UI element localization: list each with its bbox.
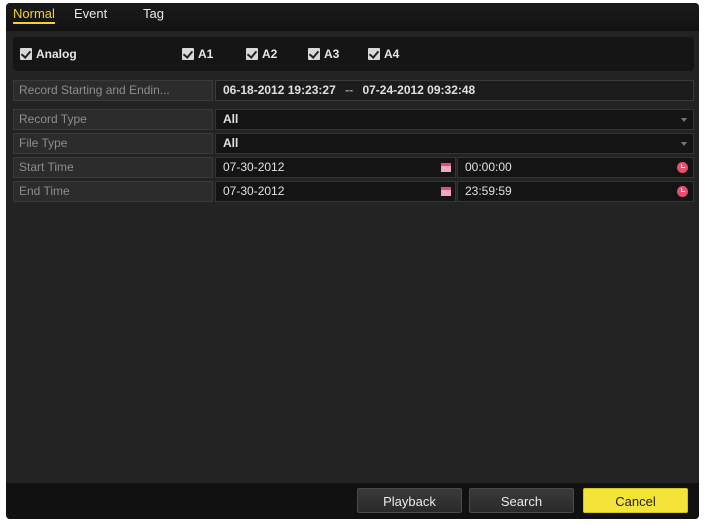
tab-normal[interactable]: Normal: [13, 6, 55, 24]
camera-a1-checkbox[interactable]: A1: [182, 47, 213, 61]
end-date-field[interactable]: 07-30-2012: [215, 181, 456, 202]
calendar-icon[interactable]: [441, 163, 451, 172]
action-bar: Playback Search Cancel: [6, 483, 699, 519]
start-time-row: Start Time 07-30-2012 00:00:00: [13, 157, 694, 178]
end-time-field[interactable]: 23:59:59: [457, 181, 694, 202]
camera-a2-label: A2: [262, 47, 278, 61]
record-type-select[interactable]: All: [215, 109, 694, 130]
checkbox-icon: [182, 48, 194, 60]
camera-a1-label: A1: [198, 47, 214, 61]
record-range-row: Record Starting and Endin... 06-18-2012 …: [13, 80, 694, 101]
tab-event[interactable]: Event: [74, 6, 107, 21]
search-dialog: Normal Event Tag Analog A1 A2 A3 A4 Reco…: [6, 3, 699, 519]
camera-a2-checkbox[interactable]: A2: [246, 47, 277, 61]
file-type-select[interactable]: All: [215, 133, 694, 154]
file-type-row: File Type All: [13, 133, 694, 154]
analog-checkbox[interactable]: Analog: [20, 47, 77, 61]
record-type-value: All: [223, 112, 239, 126]
checkbox-icon: [368, 48, 380, 60]
camera-selection-panel: Analog A1 A2 A3 A4: [13, 37, 694, 71]
file-type-label: File Type: [13, 133, 213, 154]
clock-icon[interactable]: [677, 162, 688, 173]
checkbox-icon: [246, 48, 258, 60]
start-date-field[interactable]: 07-30-2012: [215, 157, 456, 178]
playback-button[interactable]: Playback: [357, 488, 462, 513]
record-start: 06-18-2012 19:23:27: [223, 83, 336, 97]
end-time-value: 23:59:59: [465, 184, 512, 198]
record-end: 07-24-2012 09:32:48: [362, 83, 476, 97]
record-type-row: Record Type All: [13, 109, 694, 130]
record-range-value: 06-18-2012 19:23:27 -- 07-24-2012 09:32:…: [215, 80, 694, 101]
record-range-label: Record Starting and Endin...: [13, 80, 213, 101]
start-time-value: 00:00:00: [465, 160, 512, 174]
search-button[interactable]: Search: [469, 488, 574, 513]
camera-a3-checkbox[interactable]: A3: [308, 47, 339, 61]
start-date-value: 07-30-2012: [223, 160, 285, 174]
tab-bar: Normal Event Tag: [6, 3, 699, 31]
camera-a4-label: A4: [384, 47, 400, 61]
end-date-value: 07-30-2012: [223, 184, 285, 198]
end-time-label: End Time: [13, 181, 213, 202]
analog-label: Analog: [36, 47, 77, 61]
camera-a3-label: A3: [324, 47, 340, 61]
cancel-button[interactable]: Cancel: [583, 488, 688, 513]
dropdown-arrow-icon: [681, 142, 687, 146]
file-type-value: All: [223, 136, 239, 150]
start-time-label: Start Time: [13, 157, 213, 178]
range-separator: --: [345, 83, 354, 97]
end-time-row: End Time 07-30-2012 23:59:59: [13, 181, 694, 202]
record-type-label: Record Type: [13, 109, 213, 130]
start-time-field[interactable]: 00:00:00: [457, 157, 694, 178]
camera-a4-checkbox[interactable]: A4: [368, 47, 399, 61]
checkbox-icon: [308, 48, 320, 60]
clock-icon[interactable]: [677, 186, 688, 197]
calendar-icon[interactable]: [441, 187, 451, 196]
dropdown-arrow-icon: [681, 118, 687, 122]
checkbox-icon: [20, 48, 32, 60]
tab-tag[interactable]: Tag: [143, 6, 164, 21]
